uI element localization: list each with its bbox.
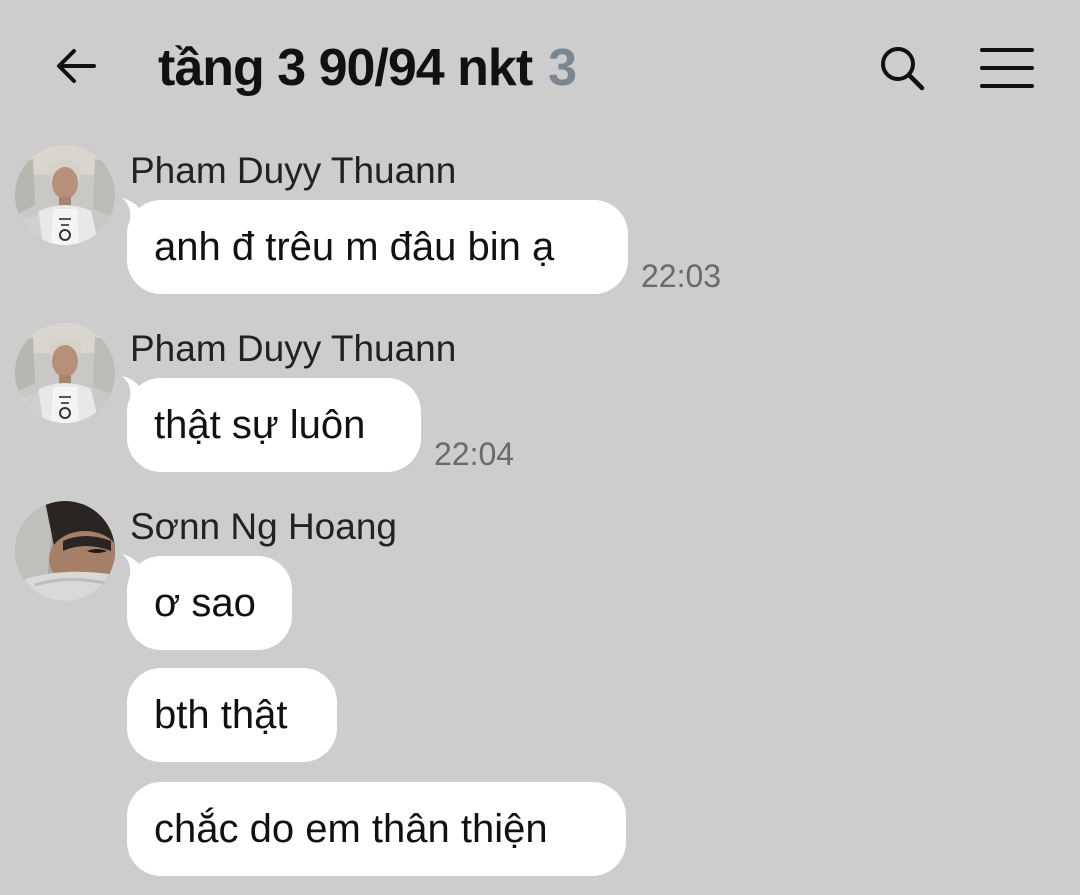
avatar-pham-duyy-thuann[interactable] [15, 323, 115, 423]
chat-header: tầng 3 90/94 nkt 3 [0, 0, 1080, 134]
avatar-pham-duyy-thuann[interactable] [15, 145, 115, 245]
message-bubble[interactable]: bth thật [127, 668, 337, 762]
conversation-title-area[interactable]: tầng 3 90/94 nkt 3 [158, 36, 577, 100]
message-bubble[interactable]: ơ sao [127, 556, 292, 650]
message-bubble[interactable]: thật sự luôn [127, 378, 421, 472]
message-bubble[interactable]: chắc do em thân thiện [127, 782, 626, 876]
message-text: anh đ trêu m đâu bin ạ [154, 224, 555, 269]
avatar-sonn-ng-hoang[interactable] [15, 501, 115, 601]
menu-button[interactable] [974, 36, 1040, 100]
search-icon [881, 47, 925, 91]
message-text: bth thật [154, 692, 288, 737]
conversation-title: tầng 3 90/94 nkt [158, 39, 533, 97]
message-timestamp: 22:03 [641, 258, 722, 294]
hamburger-menu-icon [980, 48, 1034, 88]
sender-name: Pham Duyy Thuann [130, 328, 457, 369]
member-count: 3 [548, 39, 578, 97]
arrow-left-icon [57, 49, 96, 83]
search-button[interactable] [870, 36, 934, 100]
message-bubble[interactable]: anh đ trêu m đâu bin ạ [127, 200, 628, 294]
message-text: chắc do em thân thiện [154, 806, 548, 851]
message-text: ơ sao [154, 580, 256, 625]
sender-name: Pham Duyy Thuann [130, 150, 457, 191]
back-button[interactable] [44, 34, 108, 98]
message-text: thật sự luôn [154, 402, 366, 447]
sender-name: Sơnn Ng Hoang [130, 506, 397, 547]
message-timestamp: 22:04 [434, 436, 515, 472]
